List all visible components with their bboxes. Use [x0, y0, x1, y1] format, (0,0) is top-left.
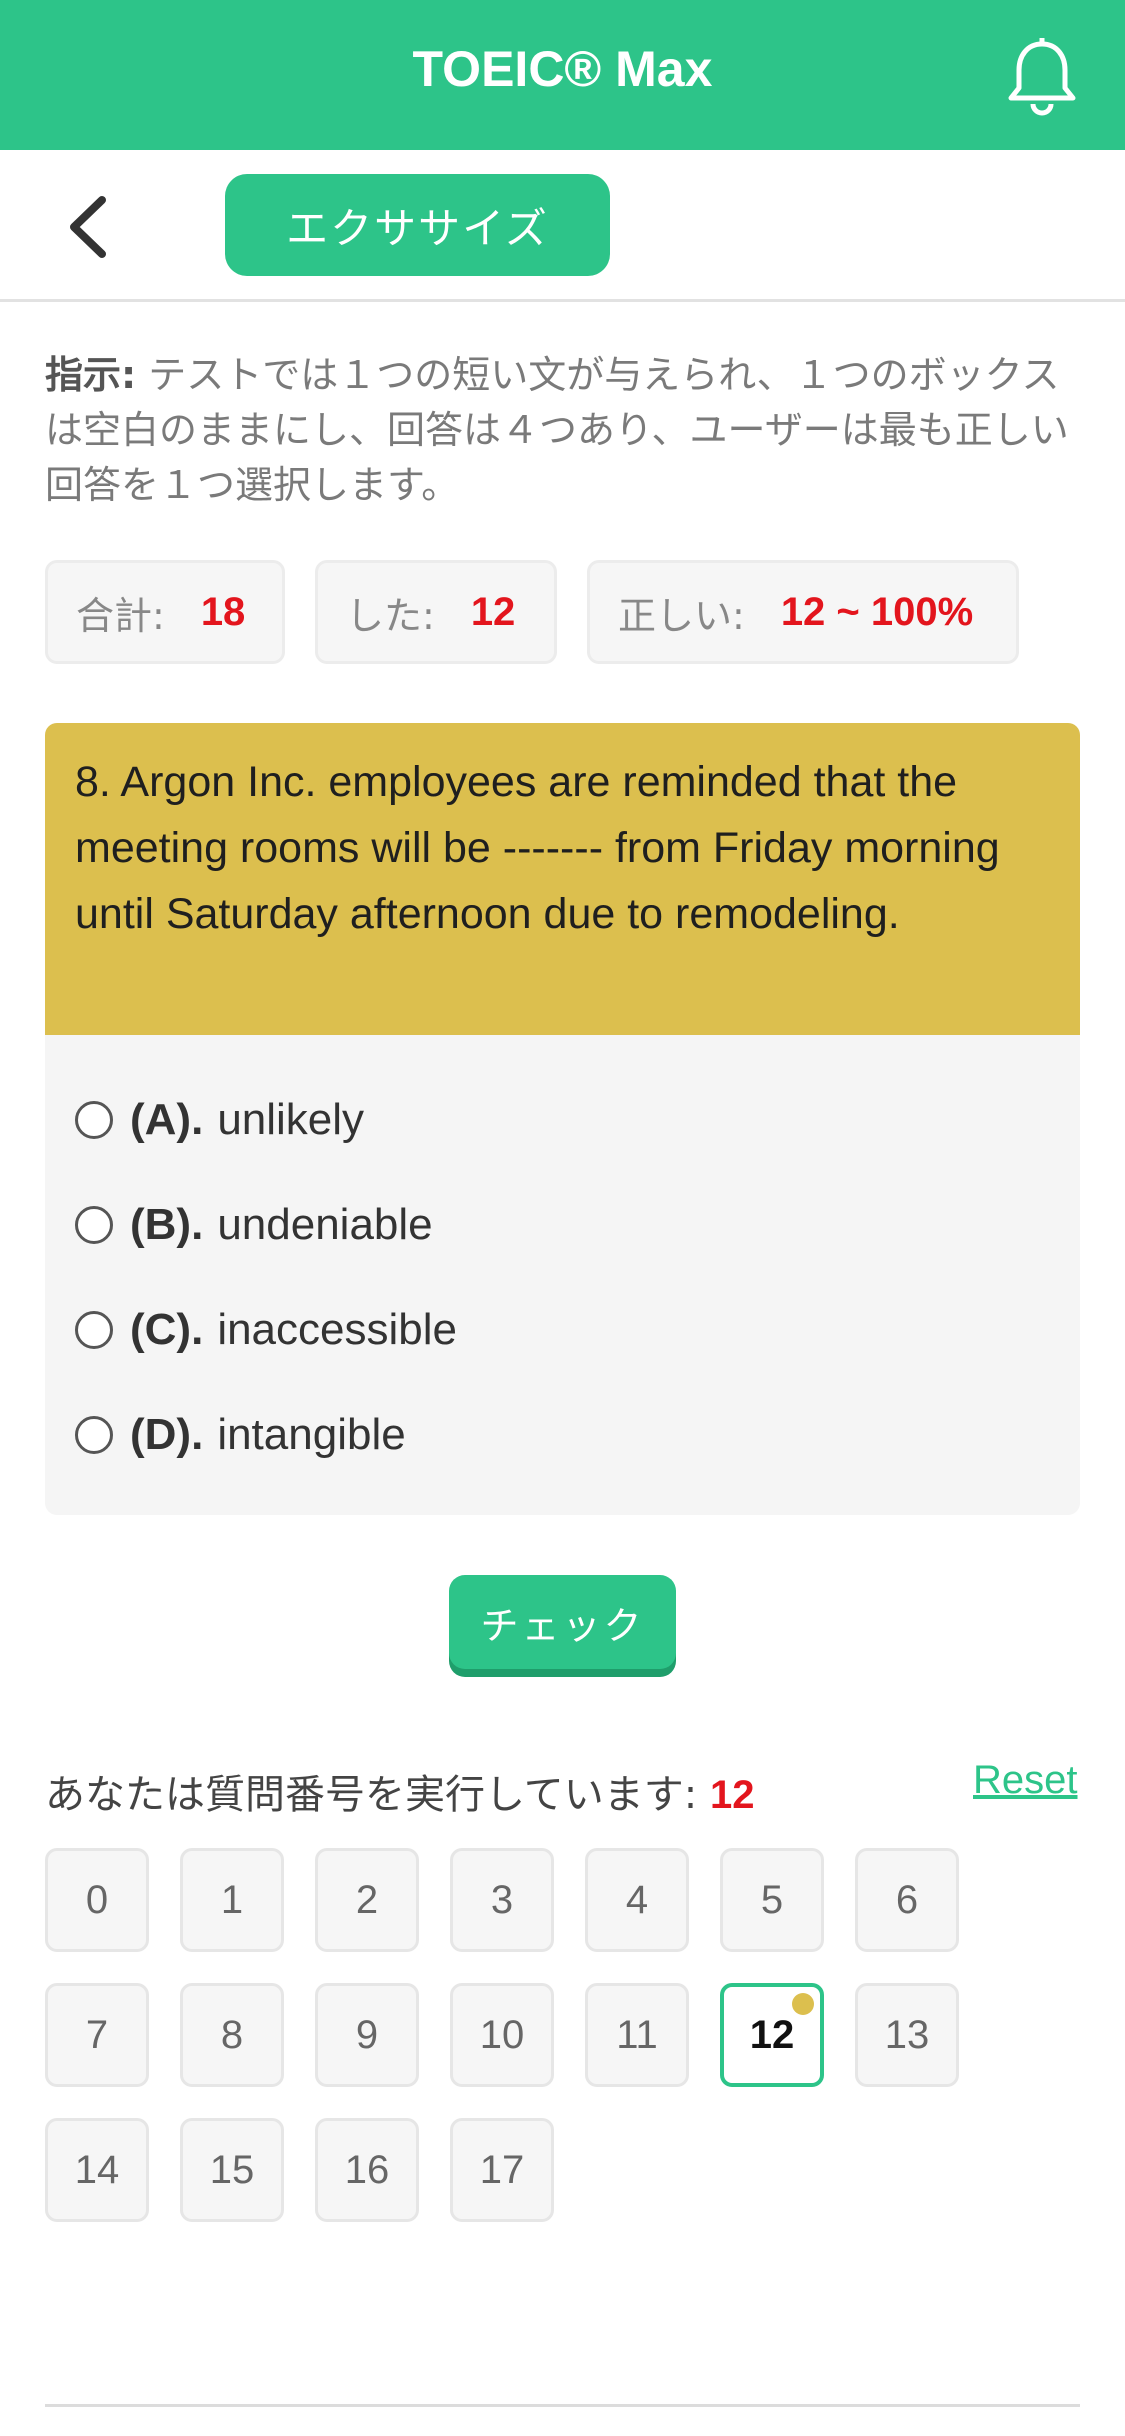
question-number-button[interactable]: 14	[45, 2118, 149, 2222]
bell-icon[interactable]	[1005, 36, 1079, 116]
question-number-button[interactable]: 16	[315, 2118, 419, 2222]
current-indicator-dot	[792, 1993, 814, 2015]
option-text: undeniable	[217, 1200, 433, 1249]
question-number-button[interactable]: 15	[180, 2118, 284, 2222]
question-number-button[interactable]: 4	[585, 1848, 689, 1952]
tab-exercise[interactable]: エクササイズ	[225, 174, 610, 276]
question-text: 8. Argon Inc. employees are reminded tha…	[45, 723, 1080, 1035]
running-label: あなたは質問番号を実行しています:	[45, 1772, 698, 1818]
question-number-label: 12	[749, 2012, 795, 2057]
check-button[interactable]: チェック	[449, 1575, 676, 1669]
question-number-button[interactable]: 11	[585, 1983, 689, 2087]
stat-correct-value: 12 ~ 100%	[780, 589, 974, 634]
stat-correct: 正しい: 12 ~ 100%	[587, 560, 1019, 664]
radio-button[interactable]	[75, 1206, 113, 1244]
stat-total-value: 18	[200, 589, 246, 634]
radio-button[interactable]	[75, 1101, 113, 1139]
sub-header: エクササイズ	[0, 150, 1125, 302]
running-question-text: あなたは質問番号を実行しています: 12	[45, 1762, 755, 1820]
option-d[interactable]: (D). intangible	[75, 1400, 406, 1470]
stat-total-label: 合計:	[76, 593, 165, 638]
option-text: unlikely	[217, 1095, 365, 1144]
back-arrow-icon[interactable]	[60, 192, 120, 262]
instruction-text: 指示: テストでは１つの短い文が与えられ、１つのボックスは空白のままにし、回答は…	[45, 348, 1080, 513]
question-number-button[interactable]: 8	[180, 1983, 284, 2087]
stat-done-label: した:	[346, 593, 435, 638]
app-title: TOEIC® Max	[412, 41, 713, 97]
app-bar: TOEIC® Max	[0, 0, 1125, 150]
question-number-button[interactable]: 3	[450, 1848, 554, 1952]
stat-correct-label: 正しい:	[618, 593, 745, 638]
bottom-divider	[45, 2404, 1080, 2407]
question-number-button[interactable]: 5	[720, 1848, 824, 1952]
option-b[interactable]: (B). undeniable	[75, 1190, 433, 1260]
question-number-button[interactable]: 2	[315, 1848, 419, 1952]
radio-button[interactable]	[75, 1416, 113, 1454]
reset-link[interactable]: Reset	[973, 1758, 1078, 1803]
option-letter: (B).	[130, 1200, 204, 1249]
option-a[interactable]: (A). unlikely	[75, 1085, 364, 1155]
stat-total: 合計: 18	[45, 560, 285, 664]
question-number-button[interactable]: 1	[180, 1848, 284, 1952]
current-question-number: 12	[710, 1773, 755, 1817]
option-c[interactable]: (C). inaccessible	[75, 1295, 457, 1365]
question-number-button[interactable]: 17	[450, 2118, 554, 2222]
stat-done: した: 12	[315, 560, 557, 664]
stats-row: 合計: 18 した: 12 正しい: 12 ~ 100%	[45, 560, 1019, 664]
option-text: inaccessible	[217, 1305, 457, 1354]
instruction-label: 指示:	[45, 353, 137, 397]
instruction-body: テストでは１つの短い文が与えられ、１つのボックスは空白のままにし、回答は４つあり…	[45, 353, 1069, 507]
stat-done-value: 12	[470, 589, 516, 634]
question-number-button-active[interactable]: 12	[720, 1983, 824, 2087]
option-letter: (D).	[130, 1410, 204, 1459]
question-number-button[interactable]: 0	[45, 1848, 149, 1952]
question-number-button[interactable]: 7	[45, 1983, 149, 2087]
question-card: 8. Argon Inc. employees are reminded tha…	[45, 723, 1080, 1515]
question-number-button[interactable]: 6	[855, 1848, 959, 1952]
option-letter: (A).	[130, 1095, 204, 1144]
option-text: intangible	[217, 1410, 406, 1459]
question-number-button[interactable]: 13	[855, 1983, 959, 2087]
option-letter: (C).	[130, 1305, 204, 1354]
question-number-button[interactable]: 9	[315, 1983, 419, 2087]
radio-button[interactable]	[75, 1311, 113, 1349]
question-number-button[interactable]: 10	[450, 1983, 554, 2087]
